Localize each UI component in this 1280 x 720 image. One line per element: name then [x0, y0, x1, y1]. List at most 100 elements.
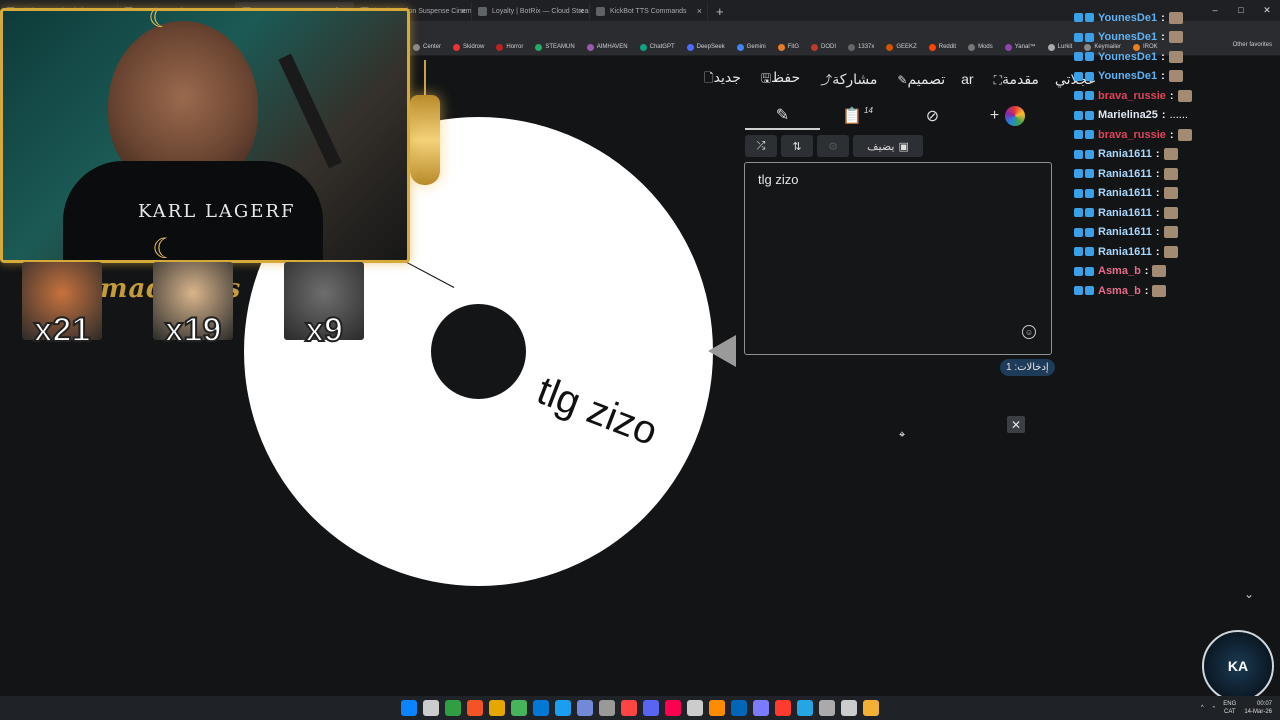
chat-username: Rania1611: [1098, 226, 1152, 239]
bookmark-item[interactable]: Gemini: [732, 43, 771, 51]
chat-emote-icon: [1163, 167, 1178, 180]
taskbar-app-icon[interactable]: [731, 700, 747, 716]
bookmark-label: Gemini: [746, 44, 766, 50]
tab-favicon-icon: [478, 7, 487, 16]
sort-button[interactable]: ⇅: [781, 135, 813, 157]
bookmark-item[interactable]: STEAMUN: [530, 43, 579, 51]
chat-username: Rania1611: [1098, 245, 1152, 258]
input-language[interactable]: ENG CAT: [1223, 700, 1236, 716]
bookmark-item[interactable]: Lurkit: [1043, 43, 1078, 51]
new-tab-button[interactable]: +: [708, 2, 732, 21]
start-menu-icon[interactable]: [401, 700, 417, 716]
chat-badges: [1074, 286, 1094, 296]
edit-tab-pencil-icon[interactable]: ✎: [745, 102, 820, 130]
taskbar-app-icon[interactable]: [841, 700, 857, 716]
chat-badges: [1074, 208, 1094, 218]
taskbar-app-icon[interactable]: [467, 700, 483, 716]
shuffle-button[interactable]: ⤮: [745, 135, 777, 157]
bookmark-item[interactable]: Mods: [963, 43, 998, 51]
wheel-hub[interactable]: [431, 304, 526, 399]
hide-tab-eye-slash-icon[interactable]: ⊘: [895, 102, 970, 130]
entries-textarea[interactable]: tlg zizo: [744, 162, 1052, 355]
taskbar-app-icon[interactable]: [753, 700, 769, 716]
taskbar-app-icon[interactable]: [533, 700, 549, 716]
clock[interactable]: 00:07 14-Mar-26: [1244, 700, 1272, 716]
bookmark-favicon-icon: [639, 43, 647, 51]
bookmark-item[interactable]: ChatGPT: [635, 43, 680, 51]
taskbar-app-icon[interactable]: [511, 700, 527, 716]
header-menu-item[interactable]: تصميم✎: [893, 71, 945, 88]
taskbar-app-icon[interactable]: [819, 700, 835, 716]
taskbar-app-icon[interactable]: [577, 700, 593, 716]
add-wheel-button[interactable]: +: [970, 102, 1045, 130]
badge-icon: [1074, 13, 1083, 23]
chat-separator: :: [1155, 206, 1160, 219]
emote-combo: x9: [284, 262, 364, 350]
settings-gear-icon[interactable]: ⚙: [817, 135, 849, 157]
chat-badges: [1074, 247, 1094, 257]
header-menu-item[interactable]: حفظ🖫: [757, 69, 800, 90]
taskbar-app-icon[interactable]: [665, 700, 681, 716]
emoji-picker-icon[interactable]: ☺: [1022, 325, 1036, 339]
taskbar-app-icon[interactable]: [797, 700, 813, 716]
taskbar-app-icon[interactable]: [599, 700, 615, 716]
tab-close-icon[interactable]: ×: [461, 6, 466, 16]
taskbar-app-icon[interactable]: [423, 700, 439, 716]
channel-logo: KA: [1202, 630, 1274, 702]
chevron-down-icon[interactable]: ⌄: [1244, 587, 1254, 601]
chat-emote-icon: [1177, 128, 1192, 141]
close-icon[interactable]: ✕: [1007, 416, 1025, 433]
taskbar-app-icon[interactable]: [687, 700, 703, 716]
bookmark-item[interactable]: GEEKZ: [881, 43, 921, 51]
bookmark-label: STEAMUN: [545, 44, 575, 50]
add-image-button[interactable]: يضيف ▣: [853, 135, 923, 157]
bookmark-item[interactable]: Skidrow: [448, 43, 489, 51]
taskbar-app-icon[interactable]: [489, 700, 505, 716]
header-menu-label: مقدمة: [1001, 70, 1039, 87]
header-menu-item[interactable]: مشاركة⤴: [816, 71, 877, 88]
taskbar-app-icon[interactable]: [643, 700, 659, 716]
taskbar-app-icon[interactable]: [555, 700, 571, 716]
wifi-icon[interactable]: ◔: [1212, 705, 1216, 711]
bookmark-item[interactable]: Reddit: [924, 43, 961, 51]
chat-message: Rania1611:: [1074, 242, 1274, 262]
tab-close-icon[interactable]: ×: [579, 6, 584, 16]
bookmark-item[interactable]: AIMHAVEN: [582, 43, 633, 51]
taskbar-app-icon[interactable]: [709, 700, 725, 716]
taskbar-app-icon[interactable]: [445, 700, 461, 716]
chat-username: brava_russie: [1098, 89, 1166, 102]
bookmark-favicon-icon: [736, 43, 744, 51]
results-tab-clipboard-icon[interactable]: 📋 14: [820, 102, 895, 130]
chat-username: Marielina25: [1098, 109, 1158, 122]
bookmark-item[interactable]: Horror: [491, 43, 528, 51]
bookmark-item[interactable]: DeepSeek: [682, 43, 730, 51]
tab-close-icon[interactable]: ×: [697, 6, 702, 16]
bookmark-item[interactable]: Center: [408, 43, 446, 51]
taskbar-app-icon[interactable]: [863, 700, 879, 716]
chat-username: Asma_b: [1098, 265, 1141, 278]
bookmark-item[interactable]: DODI: [806, 43, 841, 51]
header-menu-label: حفظ: [771, 68, 801, 85]
header-menu-label: جديد: [713, 68, 741, 85]
bookmark-favicon-icon: [453, 43, 461, 51]
chat-emote-icon: [1152, 284, 1167, 297]
tab-title: KickBot TTS Commands: [610, 8, 687, 15]
bookmark-favicon-icon: [848, 43, 856, 51]
taskbar-app-icon[interactable]: [775, 700, 791, 716]
browser-tab[interactable]: KickBot TTS Commands ×: [590, 2, 708, 21]
webcam-overlay: KARL LAGERF ☾: [0, 8, 410, 263]
color-palette-icon[interactable]: [1005, 106, 1026, 126]
header-menu-item[interactable]: جديد🗋: [700, 69, 741, 90]
header-menu-item[interactable]: ar: [961, 71, 973, 87]
bookmark-item[interactable]: 1337x: [843, 43, 879, 51]
badge-icon: [1074, 91, 1083, 101]
badge-icon: [1074, 110, 1083, 120]
header-menu-item[interactable]: مقدمة⛶: [990, 71, 1039, 88]
bookmark-item[interactable]: FitG: [773, 43, 804, 51]
taskbar-app-icon[interactable]: [621, 700, 637, 716]
chevron-up-icon[interactable]: ^: [1201, 705, 1204, 711]
crescent-moon-icon: ☾: [148, 8, 174, 33]
chat-message: Rania1611:: [1074, 164, 1274, 184]
bookmark-item[interactable]: Yanal™: [1000, 43, 1041, 51]
browser-tab[interactable]: Loyalty | BotRix — Cloud Streaming...×: [472, 2, 590, 21]
